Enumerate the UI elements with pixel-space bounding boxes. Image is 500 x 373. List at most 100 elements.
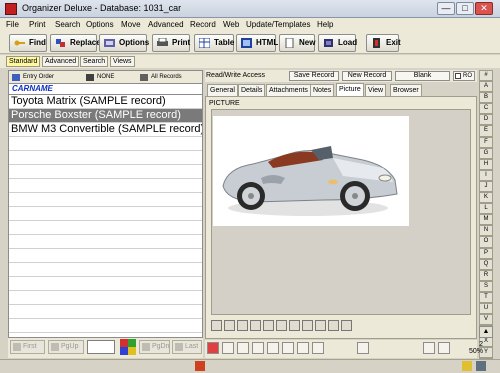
alpha-index-c[interactable]: C xyxy=(479,103,493,115)
mode-advanced[interactable]: Advanced xyxy=(42,56,80,67)
alpha-index-h[interactable]: H xyxy=(479,158,493,170)
tab-browser[interactable]: Browser xyxy=(390,84,422,96)
duplicate-icon[interactable] xyxy=(282,342,294,354)
tab-general[interactable]: General xyxy=(207,84,238,96)
refresh-icon[interactable] xyxy=(267,342,279,354)
list-item[interactable]: Porsche Boxster (SAMPLE record) xyxy=(9,109,202,123)
color-grid-icon[interactable] xyxy=(120,339,136,355)
list-item[interactable] xyxy=(9,305,202,319)
list-item[interactable] xyxy=(9,207,202,221)
minimize-button[interactable]: — xyxy=(437,2,455,15)
filter-image-icon[interactable] xyxy=(315,320,326,331)
alpha-index-e[interactable]: E xyxy=(479,125,493,137)
tab-attachments[interactable]: Attachments xyxy=(266,84,311,96)
alpha-index-m[interactable]: M xyxy=(479,214,493,226)
tab-notes[interactable]: Notes xyxy=(310,84,335,96)
print-image-icon[interactable] xyxy=(302,320,313,331)
html-button[interactable]: HTML xyxy=(236,34,278,52)
prev-record-icon[interactable] xyxy=(423,342,435,354)
list-item[interactable] xyxy=(9,319,202,333)
help-bulb-icon[interactable] xyxy=(462,361,472,371)
back-arrow-icon[interactable] xyxy=(207,342,219,354)
menu-search[interactable]: Search xyxy=(55,20,80,29)
alpha-index-p[interactable]: P xyxy=(479,247,493,259)
alpha-index-num[interactable]: # xyxy=(479,70,493,82)
tab-view[interactable]: View xyxy=(365,84,387,96)
attach-icon[interactable] xyxy=(357,342,369,354)
find-button[interactable]: Find xyxy=(9,34,47,52)
alpha-index-g[interactable]: G xyxy=(479,147,493,159)
alpha-index-n[interactable]: N xyxy=(479,225,493,237)
mode-search[interactable]: Search xyxy=(80,56,109,67)
export-image-icon[interactable] xyxy=(276,320,287,331)
alpha-index-j[interactable]: J xyxy=(479,180,493,193)
first-record-button[interactable]: First xyxy=(10,340,45,354)
mode-standard[interactable]: Standard xyxy=(6,56,41,67)
entry-order-button[interactable]: Entry Order xyxy=(11,72,54,83)
list-item[interactable] xyxy=(9,137,202,151)
read-only-checkbox[interactable] xyxy=(455,73,461,79)
bulb-icon[interactable] xyxy=(312,342,324,354)
lock-icon[interactable] xyxy=(297,342,309,354)
menu-options[interactable]: Options xyxy=(86,20,114,29)
page-number-input[interactable] xyxy=(87,340,115,354)
alpha-index-b[interactable]: B xyxy=(479,92,493,104)
tab-details[interactable]: Details xyxy=(238,84,266,96)
alpha-index-l[interactable]: L xyxy=(479,203,493,215)
menu-print[interactable]: Print xyxy=(29,20,45,29)
car-photo[interactable] xyxy=(213,116,409,226)
maximize-button[interactable]: □ xyxy=(456,2,474,15)
page-down-button[interactable]: PgDn xyxy=(139,340,170,354)
page-up-button[interactable]: PgUp xyxy=(48,340,84,354)
alpha-index-r[interactable]: R xyxy=(479,269,493,281)
scan-icon[interactable] xyxy=(250,320,261,331)
options-button[interactable]: Options xyxy=(99,34,149,52)
table-button[interactable]: Table xyxy=(194,34,234,52)
list-item[interactable] xyxy=(9,235,202,249)
print-button[interactable]: Print xyxy=(152,34,190,52)
column-header-carname[interactable]: CARNAME xyxy=(9,84,202,95)
copy-record-icon[interactable] xyxy=(252,342,264,354)
crop-icon[interactable] xyxy=(289,320,300,331)
save-record-button[interactable]: Save Record xyxy=(289,71,339,81)
move-icon[interactable] xyxy=(341,320,352,331)
last-record-button[interactable]: Last xyxy=(172,340,202,354)
alpha-index-s[interactable]: S xyxy=(479,280,493,292)
trash-icon[interactable] xyxy=(211,320,222,331)
menu-move[interactable]: Move xyxy=(121,20,141,29)
filter-none-button[interactable]: NONE xyxy=(85,72,114,83)
read-only-toggle[interactable]: RO xyxy=(453,71,475,81)
menu-record[interactable]: Record xyxy=(190,20,216,29)
list-item[interactable] xyxy=(9,263,202,277)
all-records-button[interactable]: All Records xyxy=(139,72,182,83)
monitor-icon[interactable] xyxy=(328,320,339,331)
list-item[interactable] xyxy=(9,165,202,179)
copy-image-icon[interactable] xyxy=(263,320,274,331)
tab-picture[interactable]: Picture xyxy=(336,83,364,96)
close-button[interactable]: ✕ xyxy=(475,2,493,15)
menu-web[interactable]: Web xyxy=(223,20,239,29)
mode-views[interactable]: Views xyxy=(110,56,135,67)
alpha-index-v[interactable]: V xyxy=(479,314,493,326)
list-item[interactable]: BMW M3 Convertible (SAMPLE record) xyxy=(9,123,202,137)
alpha-index-i[interactable]: I xyxy=(479,169,493,181)
import-image-icon[interactable] xyxy=(224,320,235,331)
delete-record-icon[interactable] xyxy=(222,342,234,354)
menu-advanced[interactable]: Advanced xyxy=(148,20,184,29)
list-item[interactable] xyxy=(9,249,202,263)
list-item[interactable] xyxy=(9,151,202,165)
exit-button[interactable]: Exit xyxy=(366,34,401,52)
alpha-index-d[interactable]: D xyxy=(479,114,493,126)
menu-update-templates[interactable]: Update/Templates xyxy=(246,20,310,29)
menu-help[interactable]: Help xyxy=(317,20,333,29)
new-record-button[interactable]: New Record xyxy=(342,71,392,81)
alpha-index-f[interactable]: F xyxy=(479,136,493,148)
list-item[interactable] xyxy=(9,291,202,305)
load-button[interactable]: Load xyxy=(318,34,357,52)
menu-file[interactable]: File xyxy=(6,20,19,29)
alpha-index-u[interactable]: U xyxy=(479,302,493,315)
paste-image-icon[interactable] xyxy=(237,320,248,331)
alpha-index-t[interactable]: T xyxy=(479,291,493,303)
new-button[interactable]: New xyxy=(279,34,315,52)
alpha-index-o[interactable]: O xyxy=(479,236,493,248)
